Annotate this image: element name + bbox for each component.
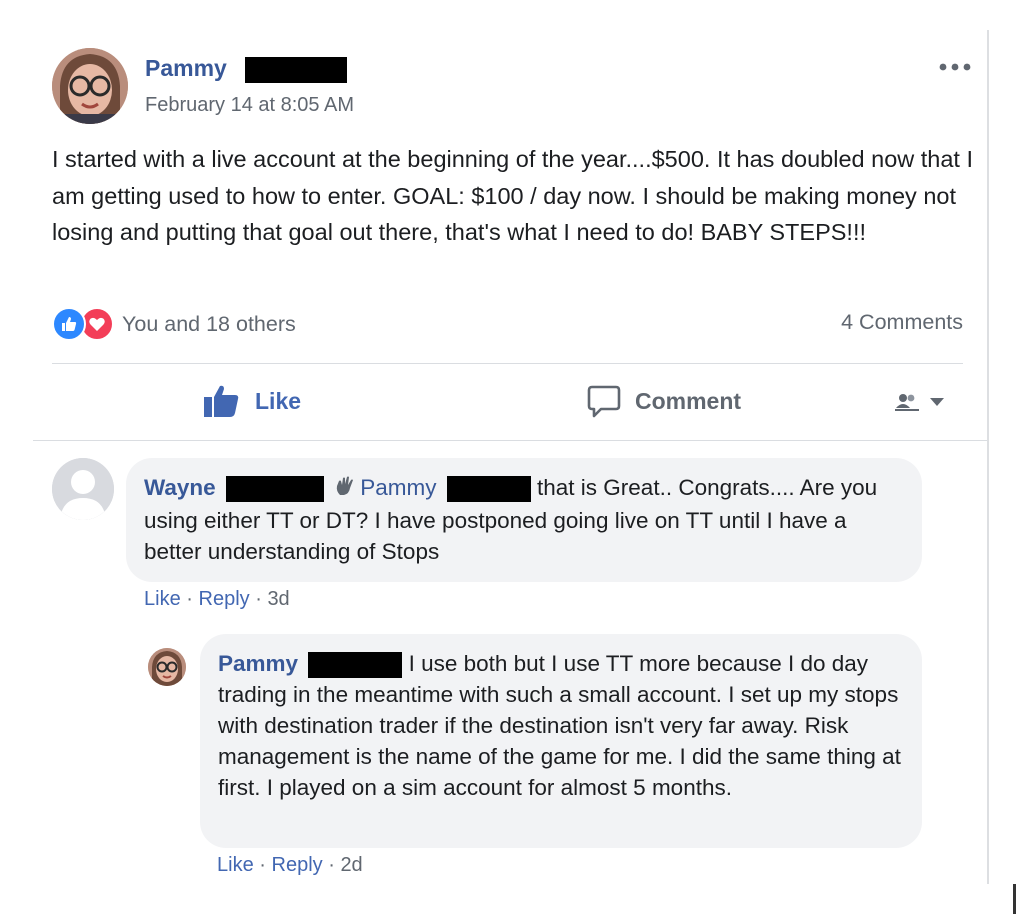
comment-button[interactable]: Comment — [587, 384, 741, 418]
audience-selector[interactable] — [893, 390, 947, 412]
comment-reply-link[interactable]: Reply — [199, 588, 250, 610]
post-timestamp[interactable]: February 14 at 8:05 AM — [145, 94, 354, 117]
commenter-avatar[interactable] — [52, 458, 114, 520]
post-author-name[interactable]: Pammy — [145, 55, 227, 82]
comments-count-link[interactable]: 4 Comments — [841, 310, 963, 335]
redacted-surname — [245, 57, 347, 83]
reply-author-avatar[interactable] — [148, 648, 186, 686]
separator: · — [186, 588, 193, 610]
thumbs-up-icon — [204, 385, 239, 417]
default-avatar-icon — [52, 458, 114, 520]
redacted-surname — [446, 476, 531, 503]
reply-reply-link[interactable]: Reply — [272, 854, 323, 876]
speech-bubble-icon — [587, 385, 621, 418]
redacted-surname — [225, 476, 324, 503]
post-body-text: I started with a live account at the beg… — [52, 146, 974, 245]
audience-selector-icon — [895, 394, 919, 411]
reply-bubble: Pammy I use both but I use TT more becau… — [200, 634, 922, 848]
comment-meta: Like · Reply · 3d — [144, 588, 290, 611]
comment-author-name[interactable]: Wayne — [144, 475, 216, 500]
like-reaction-icon — [52, 307, 86, 341]
separator: · — [255, 588, 262, 610]
like-button[interactable]: Like — [203, 384, 301, 418]
reactions-count-text: You and 18 others — [122, 311, 296, 336]
reply-text: Pammy I use both but I use TT more becau… — [218, 648, 904, 803]
separator: · — [259, 854, 266, 876]
reply-author-name[interactable]: Pammy — [218, 651, 298, 676]
reply-like-link[interactable]: Like — [217, 854, 254, 876]
divider — [33, 440, 987, 441]
divider — [52, 363, 963, 364]
reply-age[interactable]: 2d — [340, 854, 362, 876]
wave-icon — [334, 474, 356, 505]
chevron-down-icon — [930, 398, 944, 406]
like-button-label: Like — [255, 387, 302, 414]
comment-like-link[interactable]: Like — [144, 588, 181, 610]
separator: · — [328, 854, 335, 876]
comment-text: Wayne Pammy that is Great.. Congrats....… — [144, 472, 904, 567]
post-card: Pammy February 14 at 8:05 AM I started w… — [0, 0, 988, 914]
reply-meta: Like · Reply · 2d — [217, 854, 363, 877]
more-options-icon[interactable] — [937, 48, 973, 78]
reactions-summary[interactable]: You and 18 others — [52, 307, 296, 341]
card-border — [987, 30, 989, 884]
text-cursor-mark — [1013, 884, 1016, 914]
redacted-surname — [308, 652, 403, 679]
comment-bubble: Wayne Pammy that is Great.. Congrats....… — [126, 458, 922, 582]
mention-link[interactable]: Pammy — [360, 475, 436, 500]
comment-button-label: Comment — [635, 387, 742, 414]
profile-photo-icon — [52, 48, 128, 124]
comment-age[interactable]: 3d — [267, 588, 289, 610]
author-avatar[interactable] — [52, 48, 128, 124]
profile-photo-icon — [148, 648, 186, 686]
